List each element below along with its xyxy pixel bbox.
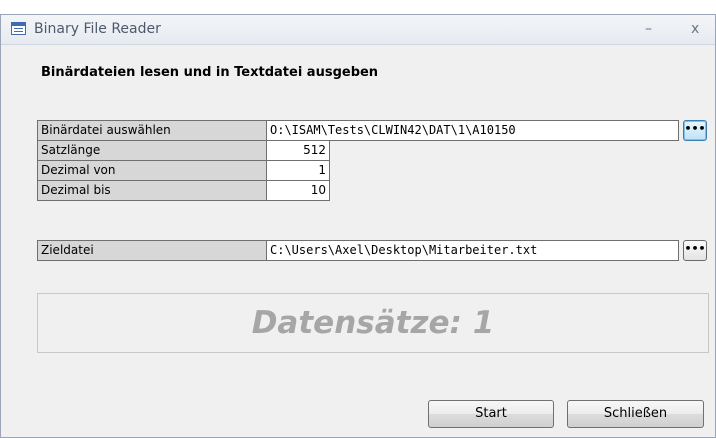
target-file-field[interactable]: C:\Users\Axel\Desktop\Mitarbeiter.txt: [266, 240, 679, 261]
decimal-to-field[interactable]: 10: [266, 180, 330, 201]
record-length-label: Satzlänge: [37, 140, 267, 161]
source-file-label: Binärdatei auswählen: [37, 120, 267, 141]
title-bar: Binary File Reader – x: [1, 15, 715, 45]
app-window: Binary File Reader – x Binärdateien lese…: [0, 14, 716, 438]
ellipsis-icon: •••: [684, 122, 706, 135]
decimal-to-label: Dezimal bis: [37, 180, 267, 201]
source-browse-button[interactable]: •••: [683, 120, 707, 141]
target-file-label: Zieldatei: [37, 240, 267, 261]
target-browse-button[interactable]: •••: [683, 240, 707, 261]
decimal-from-label: Dezimal von: [37, 160, 267, 181]
records-count-display: Datensätze: 1: [37, 293, 709, 353]
close-window-button[interactable]: x: [691, 21, 699, 37]
close-button[interactable]: Schließen: [567, 400, 704, 428]
source-file-field[interactable]: O:\ISAM\Tests\CLWIN42\DAT\1\A10150: [266, 120, 679, 141]
record-length-field[interactable]: 512: [266, 140, 330, 161]
decimal-from-field[interactable]: 1: [266, 160, 330, 181]
minimize-button[interactable]: –: [645, 21, 652, 37]
form-heading: Binärdateien lesen und in Textdatei ausg…: [41, 65, 379, 80]
form-icon: [11, 22, 26, 35]
start-button[interactable]: Start: [428, 400, 554, 428]
ellipsis-icon: •••: [684, 242, 706, 255]
window-title: Binary File Reader: [34, 21, 161, 37]
